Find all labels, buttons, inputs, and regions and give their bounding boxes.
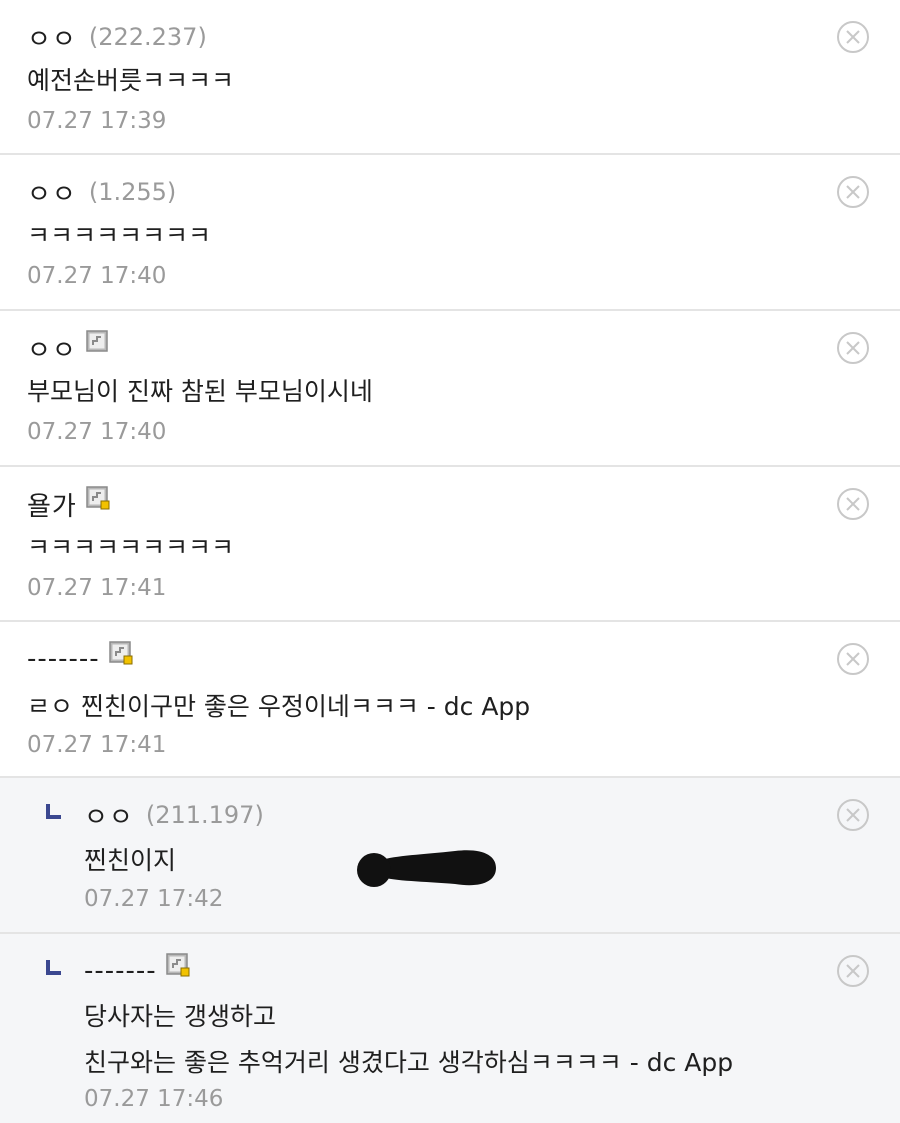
comment-header: ㅇㅇ (222.237): [27, 19, 207, 56]
comment-item: ㅇㅇ 부모님이 진짜 참된 부모님이시네 07.27 17:40: [0, 311, 900, 467]
close-circle-icon[interactable]: [836, 798, 870, 832]
comment-header: -------: [27, 641, 134, 676]
comment-body: 찐친이지: [84, 838, 176, 884]
comment-item: ㅇㅇ (222.237) 예전손버릇ㅋㅋㅋㅋ 07.27 17:39: [0, 0, 900, 155]
comment-timestamp: 07.27 17:42: [84, 886, 224, 912]
comment-line: 부모님이 진짜 참된 부모님이시네: [27, 377, 373, 406]
comment-timestamp: 07.27 17:41: [27, 575, 167, 601]
comment-nickname[interactable]: -------: [84, 956, 157, 986]
comment-nickname[interactable]: -------: [27, 644, 100, 674]
comment-nickname[interactable]: 욜가: [27, 486, 77, 523]
fixed-nick-icon: [86, 330, 108, 352]
comment-item: ㅇㅇ (1.255) ㅋㅋㅋㅋㅋㅋㅋㅋ 07.27 17:40: [0, 155, 900, 311]
semi-fixed-nick-icon: [86, 486, 110, 510]
comment-line: ㅋㅋㅋㅋㅋㅋㅋㅋㅋ: [27, 533, 235, 562]
comment-header: ㅇㅇ: [27, 330, 111, 367]
reply-item: ㅇㅇ (211.197) 찐친이지 07.27 17:42: [0, 778, 900, 934]
close-circle-icon[interactable]: [836, 175, 870, 209]
comment-header: ㅇㅇ (1.255): [27, 174, 177, 211]
comment-body: 부모님이 진짜 참된 부모님이시네: [27, 369, 373, 415]
reply-arrow-icon: [46, 960, 61, 975]
comment-line: 당사자는 갱생하고: [84, 1002, 276, 1031]
comment-line: 예전손버릇ㅋㅋㅋㅋ: [27, 66, 235, 95]
comment-timestamp: 07.27 17:39: [27, 108, 167, 134]
comment-item: ------- ㄹㅇ 찐친이구만 좋은 우정이네ㅋㅋㅋ - dc App 07.…: [0, 622, 900, 778]
comment-timestamp: 07.27 17:40: [27, 263, 167, 289]
semi-fixed-nick-icon: [108, 641, 133, 665]
comment-body: 당사자는 갱생하고 친구와는 좋은 추억거리 생겼다고 생각하심ㅋㅋㅋㅋ - d…: [84, 994, 733, 1086]
comment-line: 친구와는 좋은 추억거리 생겼다고 생각하심ㅋㅋㅋㅋ - dc App: [84, 1048, 734, 1077]
redaction-mark: [357, 850, 496, 887]
comment-header: 욜가: [27, 486, 111, 523]
comment-body: ㅋㅋㅋㅋㅋㅋㅋㅋㅋ: [27, 525, 234, 571]
comment-body: ㄹㅇ 찐친이구만 좋은 우정이네ㅋㅋㅋ - dc App: [27, 684, 530, 730]
close-circle-icon[interactable]: [836, 954, 870, 988]
reply-item: ------- 당사자는 갱생하고 친구와는 좋은 추억거리 생겼다고 생각하심…: [0, 934, 900, 1123]
close-circle-icon[interactable]: [836, 331, 870, 365]
comment-line: 찐친이지: [84, 846, 177, 875]
comment-header: ㅇㅇ (211.197): [84, 797, 264, 834]
comment-ip: (211.197): [145, 801, 264, 829]
reply-arrow-icon: [46, 804, 61, 819]
close-circle-icon[interactable]: [836, 20, 870, 54]
comment-timestamp: 07.27 17:40: [27, 419, 167, 445]
comment-nickname[interactable]: ㅇㅇ: [27, 19, 77, 56]
comment-ip: (222.237): [88, 23, 207, 51]
comment-nickname[interactable]: ㅇㅇ: [27, 174, 77, 211]
comment-timestamp: 07.27 17:41: [27, 732, 167, 758]
semi-fixed-nick-icon: [165, 953, 190, 977]
comment-body: 예전손버릇ㅋㅋㅋㅋ: [27, 58, 234, 104]
comment-item: 욜가 ㅋㅋㅋㅋㅋㅋㅋㅋㅋ 07.27 17:41: [0, 467, 900, 622]
close-circle-icon[interactable]: [836, 642, 870, 676]
comment-ip: (1.255): [88, 178, 177, 206]
comment-nickname[interactable]: ㅇㅇ: [27, 330, 77, 367]
close-circle-icon[interactable]: [836, 487, 870, 521]
comment-nickname[interactable]: ㅇㅇ: [84, 797, 134, 834]
comment-line: ㄹㅇ 찐친이구만 좋은 우정이네ㅋㅋㅋ - dc App: [27, 692, 531, 721]
comment-header: -------: [84, 953, 191, 988]
comment-line: ㅋㅋㅋㅋㅋㅋㅋㅋ: [27, 221, 212, 250]
comment-list: ㅇㅇ (222.237) 예전손버릇ㅋㅋㅋㅋ 07.27 17:39 ㅇㅇ (1…: [0, 0, 900, 1123]
comment-body: ㅋㅋㅋㅋㅋㅋㅋㅋ: [27, 213, 211, 259]
comment-timestamp: 07.27 17:46: [84, 1086, 224, 1112]
